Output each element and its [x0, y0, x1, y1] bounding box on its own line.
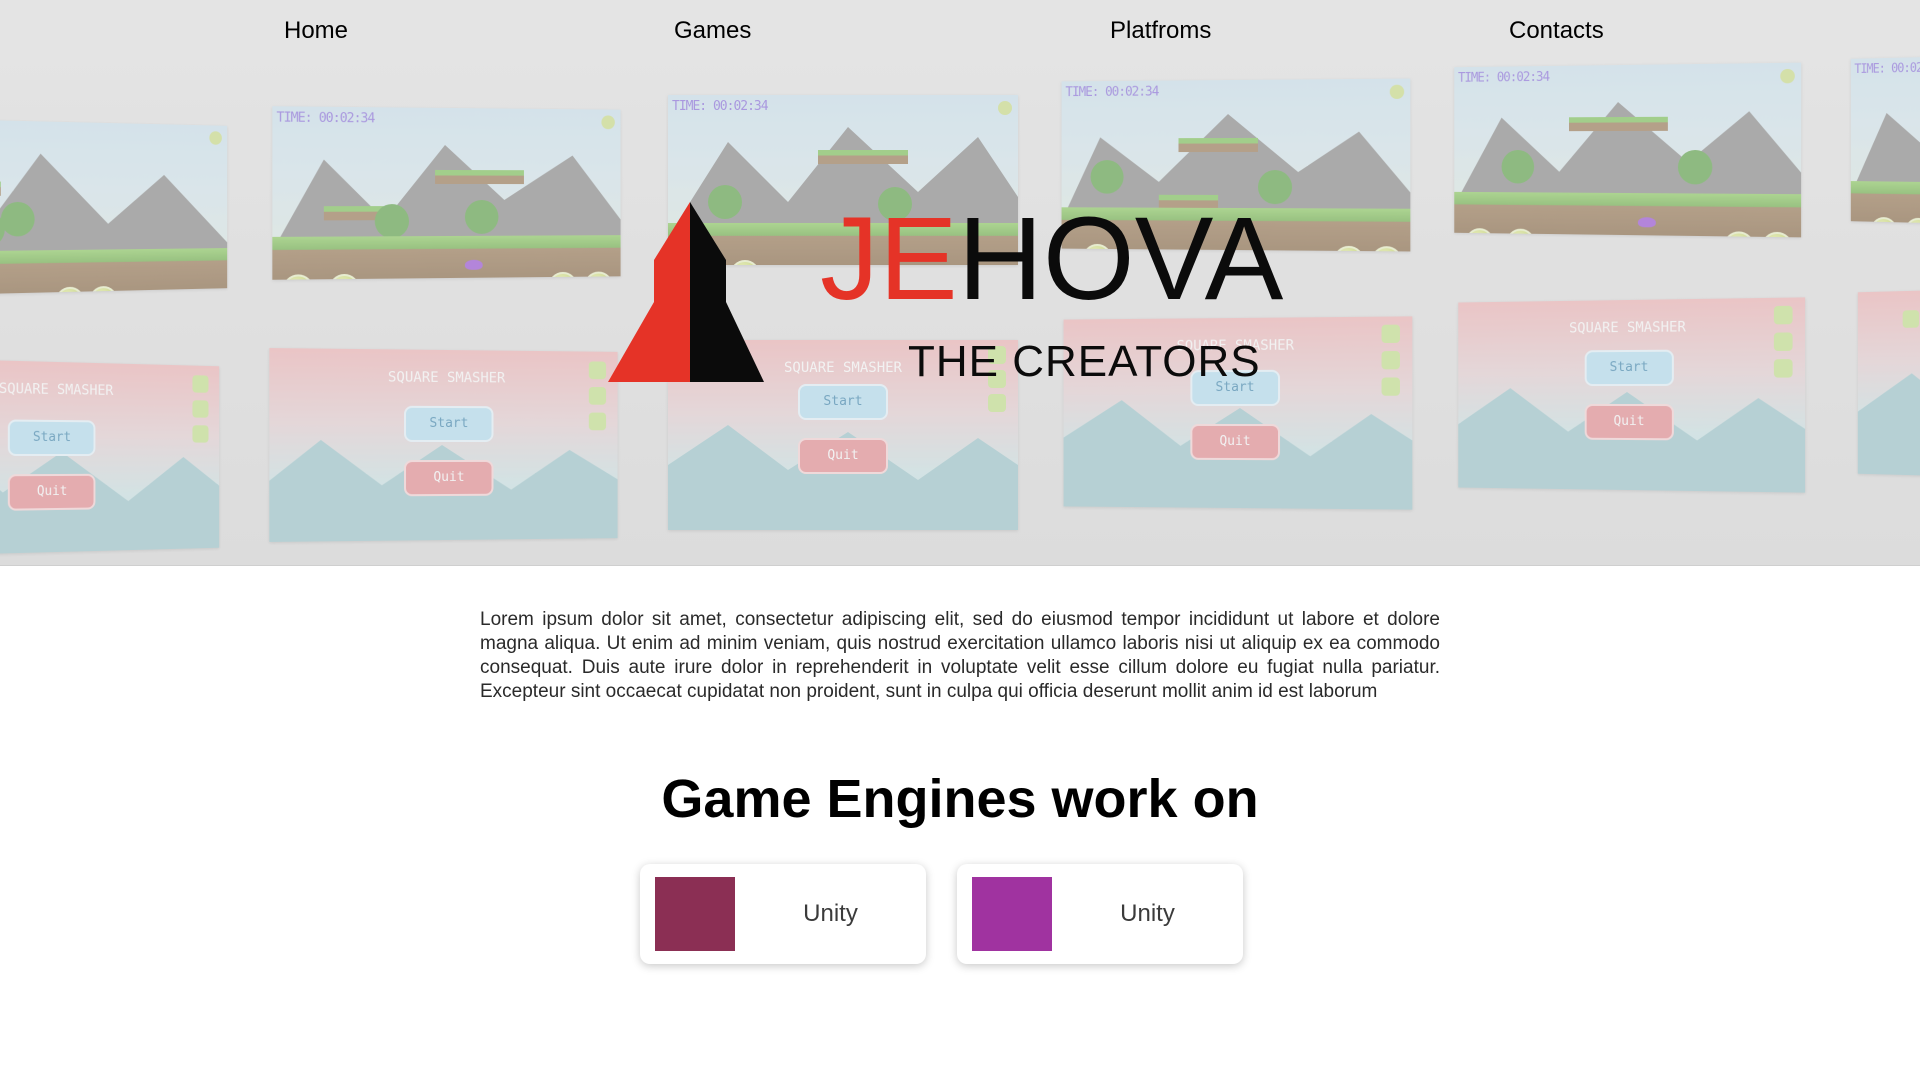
nav-contacts[interactable]: Contacts [1509, 17, 1604, 45]
engine-logo-placeholder [972, 877, 1052, 951]
logo-tagline: THE CREATORS [908, 340, 1261, 384]
top-navigation: Home Games Platfroms Contacts [0, 0, 1920, 64]
engine-card-label: Unity [1052, 864, 1243, 964]
logo-wordmark: JEHOVA [820, 200, 1283, 318]
nav-home[interactable]: Home [284, 17, 348, 45]
engine-card-list: Unity Unity [0, 864, 1920, 964]
engine-card[interactable]: Unity [640, 864, 926, 964]
intro-paragraph: Lorem ipsum dolor sit amet, consectetur … [480, 608, 1440, 704]
logo-mark-icon [608, 202, 764, 382]
nav-games[interactable]: Games [674, 17, 751, 45]
hero-banner: « ▲ TIME: 00:02:34 ◀ ▶ « ▲ TIME: 00:02:3… [0, 0, 1920, 566]
engine-card-label: Unity [735, 864, 926, 964]
engine-card[interactable]: Unity [957, 864, 1243, 964]
logo-word-red: JE [820, 193, 958, 325]
engines-heading: Game Engines work on [0, 768, 1920, 830]
engine-logo-placeholder [655, 877, 735, 951]
logo-word-dark: HOVA [958, 193, 1284, 325]
brand-logo[interactable]: JEHOVA THE CREATORS [0, 0, 1920, 565]
nav-platforms[interactable]: Platfroms [1110, 17, 1211, 45]
